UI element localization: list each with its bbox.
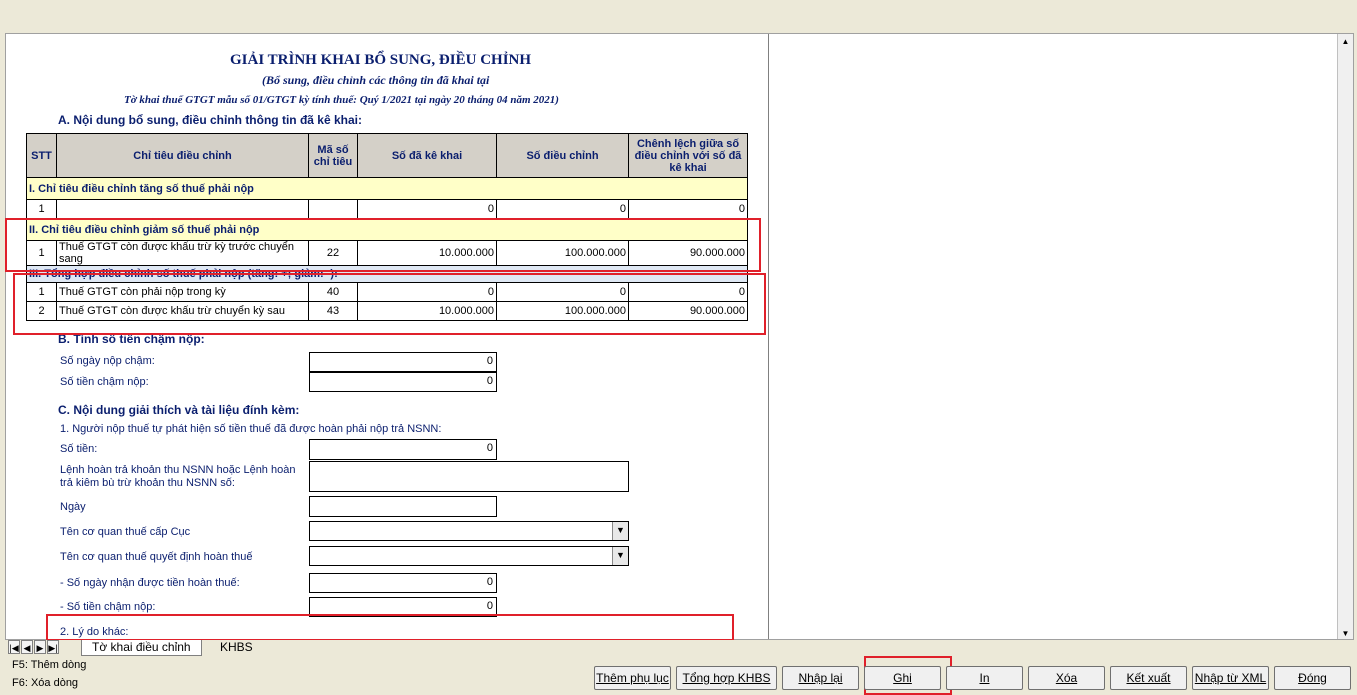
section-1-row: I. Chỉ tiêu điều chỉnh tăng số thuế phải… <box>26 177 748 200</box>
save-label: Ghi <box>893 671 912 685</box>
form-period: Tờ khai thuế GTGT mẫu số 01/GTGT kỳ tính… <box>124 94 559 106</box>
tax-office-label: Tên cơ quan thuế cấp Cục <box>60 526 191 538</box>
import-xml-label: Nhập từ XML <box>1194 671 1267 685</box>
close-button[interactable]: Đóng <box>1274 666 1351 690</box>
form-subtitle: (Bổ sung, điều chỉnh các thông tin đã kh… <box>262 73 490 87</box>
print-label: In <box>979 671 990 685</box>
delete-button[interactable]: Xóa <box>1028 666 1105 690</box>
late-days-label: Số ngày nộp chậm: <box>60 355 155 367</box>
header-chenh-lech: Chênh lệch giữa số điều chỉnh với số đã … <box>628 133 748 178</box>
refund-office-label: Tên cơ quan thuế quyết định hoàn thuế <box>60 551 253 563</box>
row-code-cell[interactable] <box>308 199 358 219</box>
reset-button[interactable]: Nhập lại <box>782 666 859 690</box>
reset-label: Nhập lại <box>798 671 843 685</box>
refund-office-dropdown[interactable]: ▼ <box>309 546 629 566</box>
date-label: Ngày <box>60 501 86 513</box>
hint-add-row: F5: Thêm dòng <box>12 659 87 671</box>
summary-khbs-label: Tổng hợp KHBS <box>682 671 771 685</box>
print-button[interactable]: In <box>946 666 1023 690</box>
refund-order-input[interactable] <box>309 461 629 492</box>
section-c-title: C. Nội dung giải thích và tài liệu đính … <box>58 403 300 417</box>
chevron-down-icon[interactable]: ▼ <box>612 547 628 565</box>
summary-khbs-button[interactable]: Tổng hợp KHBS <box>676 666 777 690</box>
row-adjusted-cell[interactable]: 0 <box>496 199 629 219</box>
refund-days-input[interactable]: 0 <box>309 573 497 593</box>
import-xml-button[interactable]: Nhập từ XML <box>1192 666 1269 690</box>
header-ma-so: Mã số chỉ tiêu <box>308 133 358 178</box>
section-a-title: A. Nội dung bổ sung, điều chỉnh thông ti… <box>58 113 362 127</box>
export-button[interactable]: Kết xuất <box>1110 666 1187 690</box>
header-stt: STT <box>26 133 57 178</box>
chevron-down-icon[interactable]: ▼ <box>612 522 628 540</box>
highlight-section-3 <box>13 273 766 335</box>
vertical-scrollbar[interactable]: ▲ ▼ <box>1337 34 1353 639</box>
refund-amount-label: Số tiền: <box>60 443 98 455</box>
scroll-down-icon[interactable]: ▼ <box>1338 626 1353 639</box>
late-amount-input[interactable]: 0 <box>309 372 497 392</box>
header-so-dieu-chinh: Số điều chỉnh <box>496 133 629 178</box>
row-declared-cell[interactable]: 0 <box>357 199 497 219</box>
late-days-input[interactable]: 0 <box>309 352 497 372</box>
worksheet-area: GIẢI TRÌNH KHAI BỔ SUNG, ĐIỀU CHỈNH (Bổ … <box>5 33 1354 640</box>
pane-divider <box>768 34 769 639</box>
last-sheet-icon[interactable]: ▶| <box>47 640 59 654</box>
save-button[interactable]: Ghi <box>864 666 941 690</box>
export-label: Kết xuất <box>1126 671 1171 685</box>
table-header: STT Chỉ tiêu điều chỉnh Mã số chỉ tiêu S… <box>26 133 748 178</box>
row-diff-cell: 0 <box>628 199 748 219</box>
first-sheet-icon[interactable]: |◀ <box>8 640 20 654</box>
sheet-tabs: |◀ ◀ ▶ ▶| Tờ khai điều chỉnh KHBS <box>5 640 1354 656</box>
refund-amount-input[interactable]: 0 <box>309 439 497 460</box>
add-appendix-button[interactable]: Thêm phụ lục <box>594 666 671 690</box>
highlight-section-2 <box>5 218 761 272</box>
highlight-other-reason <box>46 614 734 641</box>
tab-khbs[interactable]: KHBS <box>210 640 263 655</box>
tab-to-khai-dieu-chinh[interactable]: Tờ khai điều chỉnh <box>81 640 202 656</box>
scroll-up-icon[interactable]: ▲ <box>1338 34 1353 49</box>
date-input[interactable] <box>309 496 497 517</box>
refund-days-label: - Số ngày nhận được tiền hoàn thuế: <box>60 577 240 589</box>
table-row[interactable]: 1 0 0 0 <box>26 199 748 219</box>
next-sheet-icon[interactable]: ▶ <box>34 640 46 654</box>
header-chi-tieu: Chỉ tiêu điều chỉnh <box>56 133 309 178</box>
add-appendix-label: Thêm phụ lục <box>596 671 669 685</box>
prev-sheet-icon[interactable]: ◀ <box>21 640 33 654</box>
refund-order-label: Lệnh hoàn trả khoản thu NSNN hoặc Lệnh h… <box>60 464 296 489</box>
row-stt: 1 <box>26 199 57 219</box>
close-label: Đóng <box>1298 671 1327 685</box>
tax-office-dropdown[interactable]: ▼ <box>309 521 629 541</box>
section-1-title: I. Chỉ tiêu điều chỉnh tăng số thuế phải… <box>26 177 748 200</box>
row-name-cell[interactable] <box>56 199 309 219</box>
refund-late-label: - Số tiền chậm nộp: <box>60 601 156 613</box>
c1-text: 1. Người nộp thuế tự phát hiện số tiền t… <box>60 423 442 435</box>
header-so-da-ke-khai: Số đã kê khai <box>357 133 497 178</box>
hint-delete-row: F6: Xóa dòng <box>12 677 79 689</box>
late-amount-label: Số tiền chậm nộp: <box>60 376 149 388</box>
delete-label: Xóa <box>1055 671 1078 685</box>
form-title: GIẢI TRÌNH KHAI BỔ SUNG, ĐIỀU CHỈNH <box>230 52 532 68</box>
